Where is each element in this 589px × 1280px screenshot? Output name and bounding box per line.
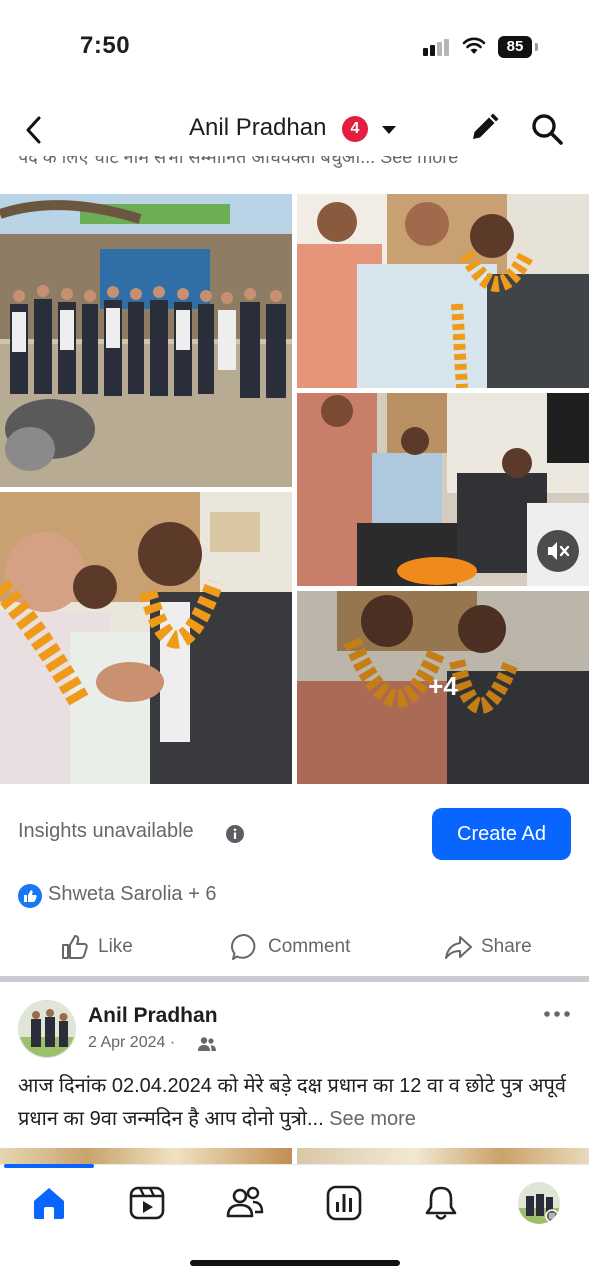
- see-more-link[interactable]: See more: [329, 1108, 416, 1130]
- back-arrow-icon[interactable]: [20, 114, 48, 146]
- comment-button[interactable]: Comment: [230, 928, 350, 966]
- notifications-icon[interactable]: [422, 1184, 460, 1222]
- post-caption-truncated: पद के लिए चोट नाम सभा सम्मानित अधिवक्ता …: [18, 156, 459, 167]
- like-reaction-icon: [18, 884, 42, 908]
- comment-bubble-icon: [230, 933, 256, 960]
- info-icon[interactable]: [226, 825, 244, 843]
- battery-indicator: 85: [498, 36, 538, 58]
- speaker-muted-icon: [548, 542, 570, 560]
- profile-title[interactable]: Anil Pradhan: [189, 114, 326, 142]
- wifi-icon: [462, 37, 486, 54]
- more-options-icon[interactable]: [543, 1002, 571, 1026]
- thumbs-up-icon: [62, 935, 88, 959]
- friends-audience-icon: [198, 1037, 216, 1051]
- home-indicator: [190, 1260, 400, 1266]
- insights-label: Insights unavailable: [18, 820, 194, 842]
- post-photo-garland-1[interactable]: [297, 194, 589, 388]
- like-button[interactable]: Like: [60, 928, 133, 966]
- more-photos-overlay[interactable]: +4: [297, 591, 589, 784]
- active-tab-indicator: [4, 1164, 94, 1168]
- more-photos-count: +4: [428, 671, 458, 701]
- post-divider: [0, 976, 589, 982]
- dashboard-icon[interactable]: [325, 1184, 363, 1222]
- like-label: Like: [98, 936, 133, 957]
- create-ad-button[interactable]: Create Ad: [432, 808, 571, 860]
- share-label: Share: [481, 936, 532, 957]
- battery-level: 85: [498, 36, 532, 58]
- clock: 7:50: [80, 32, 131, 59]
- post-photo-garland-2[interactable]: [0, 492, 292, 784]
- post-body: आज दिनांक 02.04.2024 को मेरे बड़े दक्ष प…: [18, 1070, 578, 1136]
- edit-pencil-icon[interactable]: [468, 112, 500, 144]
- battery-tip: [535, 43, 538, 51]
- friends-icon[interactable]: [226, 1184, 264, 1222]
- mute-button[interactable]: [537, 530, 579, 572]
- post-body-text: आज दिनांक 02.04.2024 को मेरे बड़े दक्ष प…: [18, 1075, 566, 1130]
- status-bar: 7:50 85: [0, 0, 589, 96]
- post-author-name[interactable]: Anil Pradhan: [88, 1004, 218, 1028]
- profile-avatar[interactable]: [518, 1182, 560, 1224]
- search-icon[interactable]: [530, 112, 564, 146]
- home-icon[interactable]: [30, 1184, 68, 1222]
- post-photo-group[interactable]: [0, 194, 292, 487]
- reaction-summary[interactable]: Shweta Sarolia + 6: [48, 883, 216, 906]
- share-button[interactable]: Share: [443, 928, 532, 966]
- notification-badge: 4: [342, 116, 368, 142]
- video-icon[interactable]: [128, 1184, 166, 1222]
- profile-header: Anil Pradhan 4: [0, 100, 589, 160]
- chevron-down-icon[interactable]: [380, 124, 398, 136]
- share-arrow-icon: [445, 936, 472, 959]
- post-date[interactable]: 2 Apr 2024 ·: [88, 1034, 175, 1052]
- comment-label: Comment: [268, 936, 351, 957]
- cellular-signal-icon: [423, 39, 449, 56]
- author-avatar[interactable]: [18, 1000, 76, 1058]
